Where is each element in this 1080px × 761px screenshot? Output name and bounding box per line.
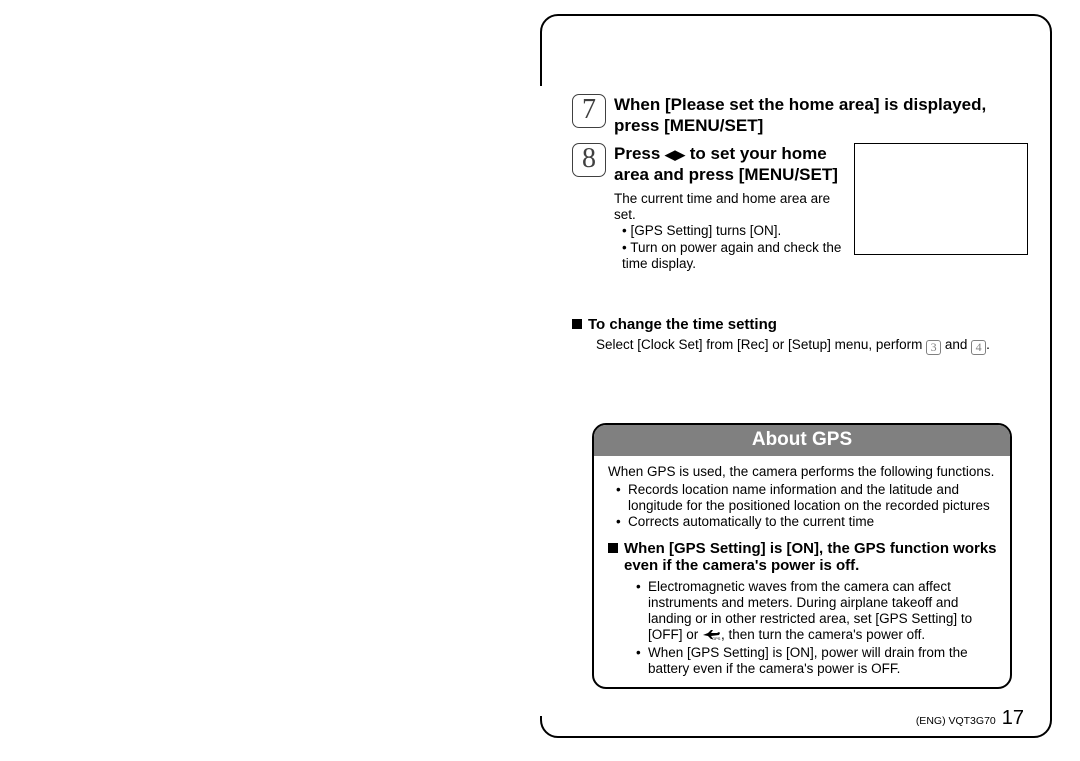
about-gps-box: About GPS When GPS is used, the camera p… xyxy=(592,423,1012,689)
step-7: 7 When [Please set the home area] is dis… xyxy=(572,94,1028,137)
step-8: 8 Press ◀▶ to set your home area and pre… xyxy=(572,143,848,186)
step-8-bullet-1-text: [GPS Setting] turns [ON]. xyxy=(630,223,781,238)
step-8-body-line1: The current time and home area are set. xyxy=(614,191,848,223)
change-time-body: Select [Clock Set] from [Rec] or [Setup]… xyxy=(572,336,1028,355)
gps-sub-bullet-1b: , then turn the camera's power off. xyxy=(721,627,925,642)
square-bullet-icon xyxy=(608,543,618,553)
change-time-heading: To change the time setting xyxy=(572,316,1028,334)
gps-subsection: When [GPS Setting] is [ON], the GPS func… xyxy=(608,540,998,677)
step-8-title-prefix: Press xyxy=(614,144,665,163)
gps-sub-bullet-2: • When [GPS Setting] is [ON], power will… xyxy=(636,645,998,677)
manual-page: 7 When [Please set the home area] is dis… xyxy=(540,14,1052,738)
footer-page-number: 17 xyxy=(1002,707,1024,730)
gps-sub-bullet-1: • Electromagnetic waves from the camera … xyxy=(636,579,998,643)
gps-intro: When GPS is used, the camera performs th… xyxy=(608,464,998,480)
screen-illustration-placeholder xyxy=(854,143,1028,255)
svg-text:GPS: GPS xyxy=(712,636,721,640)
change-time-body-mid: and xyxy=(941,337,971,352)
step-number-icon-7: 7 xyxy=(572,94,606,128)
change-time-body-suffix: . xyxy=(986,337,990,352)
gps-sub-heading: When [GPS Setting] is [ON], the GPS func… xyxy=(608,540,998,575)
gps-intro-bullet-2-text: Corrects automatically to the current ti… xyxy=(628,514,998,530)
about-gps-title: About GPS xyxy=(594,425,1010,456)
gps-sub-bullet-2-text: When [GPS Setting] is [ON], power will d… xyxy=(648,645,998,677)
footer-doc-code: (ENG) VQT3G70 xyxy=(916,715,996,727)
gps-intro-bullet-2: • Corrects automatically to the current … xyxy=(616,514,998,530)
step-8-bullet-2-text: Turn on power again and check the time d… xyxy=(622,240,841,271)
step-ref-icon-3: 3 xyxy=(926,340,941,355)
step-8-title: Press ◀▶ to set your home area and press… xyxy=(614,143,848,186)
left-right-arrow-icon: ◀▶ xyxy=(665,147,685,162)
change-time-body-prefix: Select [Clock Set] from [Rec] or [Setup]… xyxy=(596,337,926,352)
step-ref-icon-4: 4 xyxy=(971,340,986,355)
step-8-bullet-1: • [GPS Setting] turns [ON]. xyxy=(622,223,848,239)
step-8-body: The current time and home area are set. … xyxy=(572,191,848,272)
gps-sub-heading-text: When [GPS Setting] is [ON], the GPS func… xyxy=(624,540,998,575)
step-8-row: 8 Press ◀▶ to set your home area and pre… xyxy=(572,143,1028,272)
square-bullet-icon xyxy=(572,319,582,329)
gps-intro-bullet-1: • Records location name information and … xyxy=(616,482,998,514)
airplane-gps-icon: GPS xyxy=(702,628,721,639)
gps-intro-bullet-1-text: Records location name information and th… xyxy=(628,482,998,514)
step-8-bullet-2: • Turn on power again and check the time… xyxy=(622,240,848,272)
change-time-heading-text: To change the time setting xyxy=(588,316,777,333)
step-7-title: When [Please set the home area] is displ… xyxy=(614,94,1028,137)
step-number-icon-8: 8 xyxy=(572,143,606,177)
page-footer: (ENG) VQT3G70 17 xyxy=(916,707,1024,730)
